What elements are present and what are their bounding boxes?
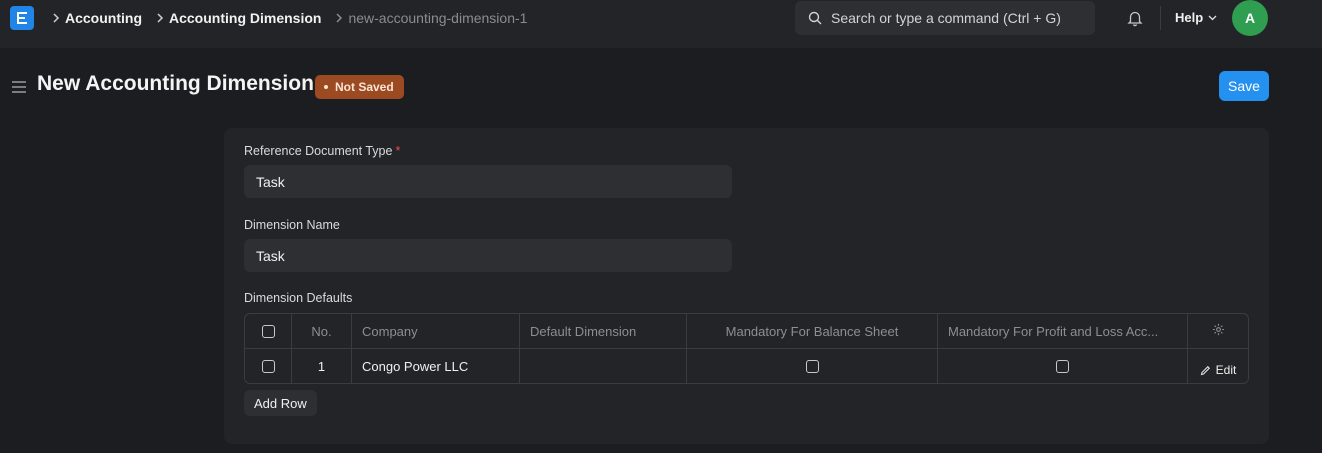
row-edit-cell: Edit [1188,349,1248,383]
dimension-defaults-label: Dimension Defaults [244,291,353,305]
select-all-checkbox[interactable] [261,324,275,338]
form-card: Reference Document Type * Task Dimension … [224,128,1269,444]
search-placeholder: Search or type a command (Ctrl + G) [831,10,1061,26]
row-mandatory-bs-cell [687,349,938,383]
column-header-no: No. [292,314,352,348]
column-settings-cell [1188,314,1248,348]
add-row-button[interactable]: Add Row [244,390,317,416]
page-title: New Accounting Dimension [37,72,314,95]
avatar[interactable]: A [1232,0,1268,36]
chevron-down-icon [1208,15,1217,21]
dimension-name-label: Dimension Name [244,218,340,232]
bell-icon[interactable] [1126,9,1144,27]
row-default-dimension-cell[interactable] [520,349,687,383]
breadcrumb: Accounting Accounting Dimension new-acco… [48,0,537,36]
dimension-name-field[interactable]: Task [244,239,732,272]
row-edit-button[interactable]: Edit [1200,363,1237,377]
column-header-default-dimension: Default Dimension [520,314,687,348]
row-mandatory-pl-cell [938,349,1188,383]
pencil-icon [1200,365,1211,376]
column-header-mandatory-pl: Mandatory For Profit and Loss Acc... [938,314,1188,348]
breadcrumb-accounting[interactable]: Accounting [65,10,142,26]
table-header-row: No. Company Default Dimension Mandatory … [245,314,1248,349]
chevron-right-icon [152,13,168,23]
chevron-right-icon [48,13,64,23]
navbar: Accounting Accounting Dimension new-acco… [0,0,1322,48]
search-input[interactable]: Search or type a command (Ctrl + G) [795,1,1095,35]
logo-glyph-icon [17,12,27,24]
breadcrumb-current-doc: new-accounting-dimension-1 [348,10,528,26]
breadcrumb-accounting-dimension[interactable]: Accounting Dimension [169,10,321,26]
column-header-mandatory-bs: Mandatory For Balance Sheet [687,314,938,348]
dimension-defaults-table: No. Company Default Dimension Mandatory … [244,313,1249,384]
save-button[interactable]: Save [1219,71,1269,101]
header-select-all-cell [245,314,292,348]
hamburger-icon[interactable] [11,80,27,94]
row-select-cell [245,349,292,383]
chevron-right-icon [331,13,347,23]
app-logo[interactable] [10,6,34,30]
column-header-company: Company [352,314,520,348]
gear-icon[interactable] [1212,323,1225,339]
row-no-cell: 1 [292,349,352,383]
navbar-divider [1160,6,1161,30]
required-marker: * [395,144,401,158]
mandatory-bs-checkbox[interactable] [805,359,819,373]
status-dot [324,85,328,89]
reference-doctype-label: Reference Document Type * [244,144,400,158]
search-icon [808,11,822,25]
help-label: Help [1175,10,1204,25]
reference-doctype-label-text: Reference Document Type [244,144,393,158]
mandatory-pl-checkbox[interactable] [1056,359,1069,373]
row-company-cell[interactable]: Congo Power LLC [352,349,520,383]
help-dropdown[interactable]: Help [1175,10,1217,25]
row-select-checkbox[interactable] [261,359,275,373]
reference-doctype-field[interactable]: Task [244,165,732,198]
row-edit-label: Edit [1215,363,1237,377]
status-badge: Not Saved [315,75,404,99]
status-badge-label: Not Saved [335,80,394,94]
table-row[interactable]: 1 Congo Power LLC Edit [245,349,1248,383]
